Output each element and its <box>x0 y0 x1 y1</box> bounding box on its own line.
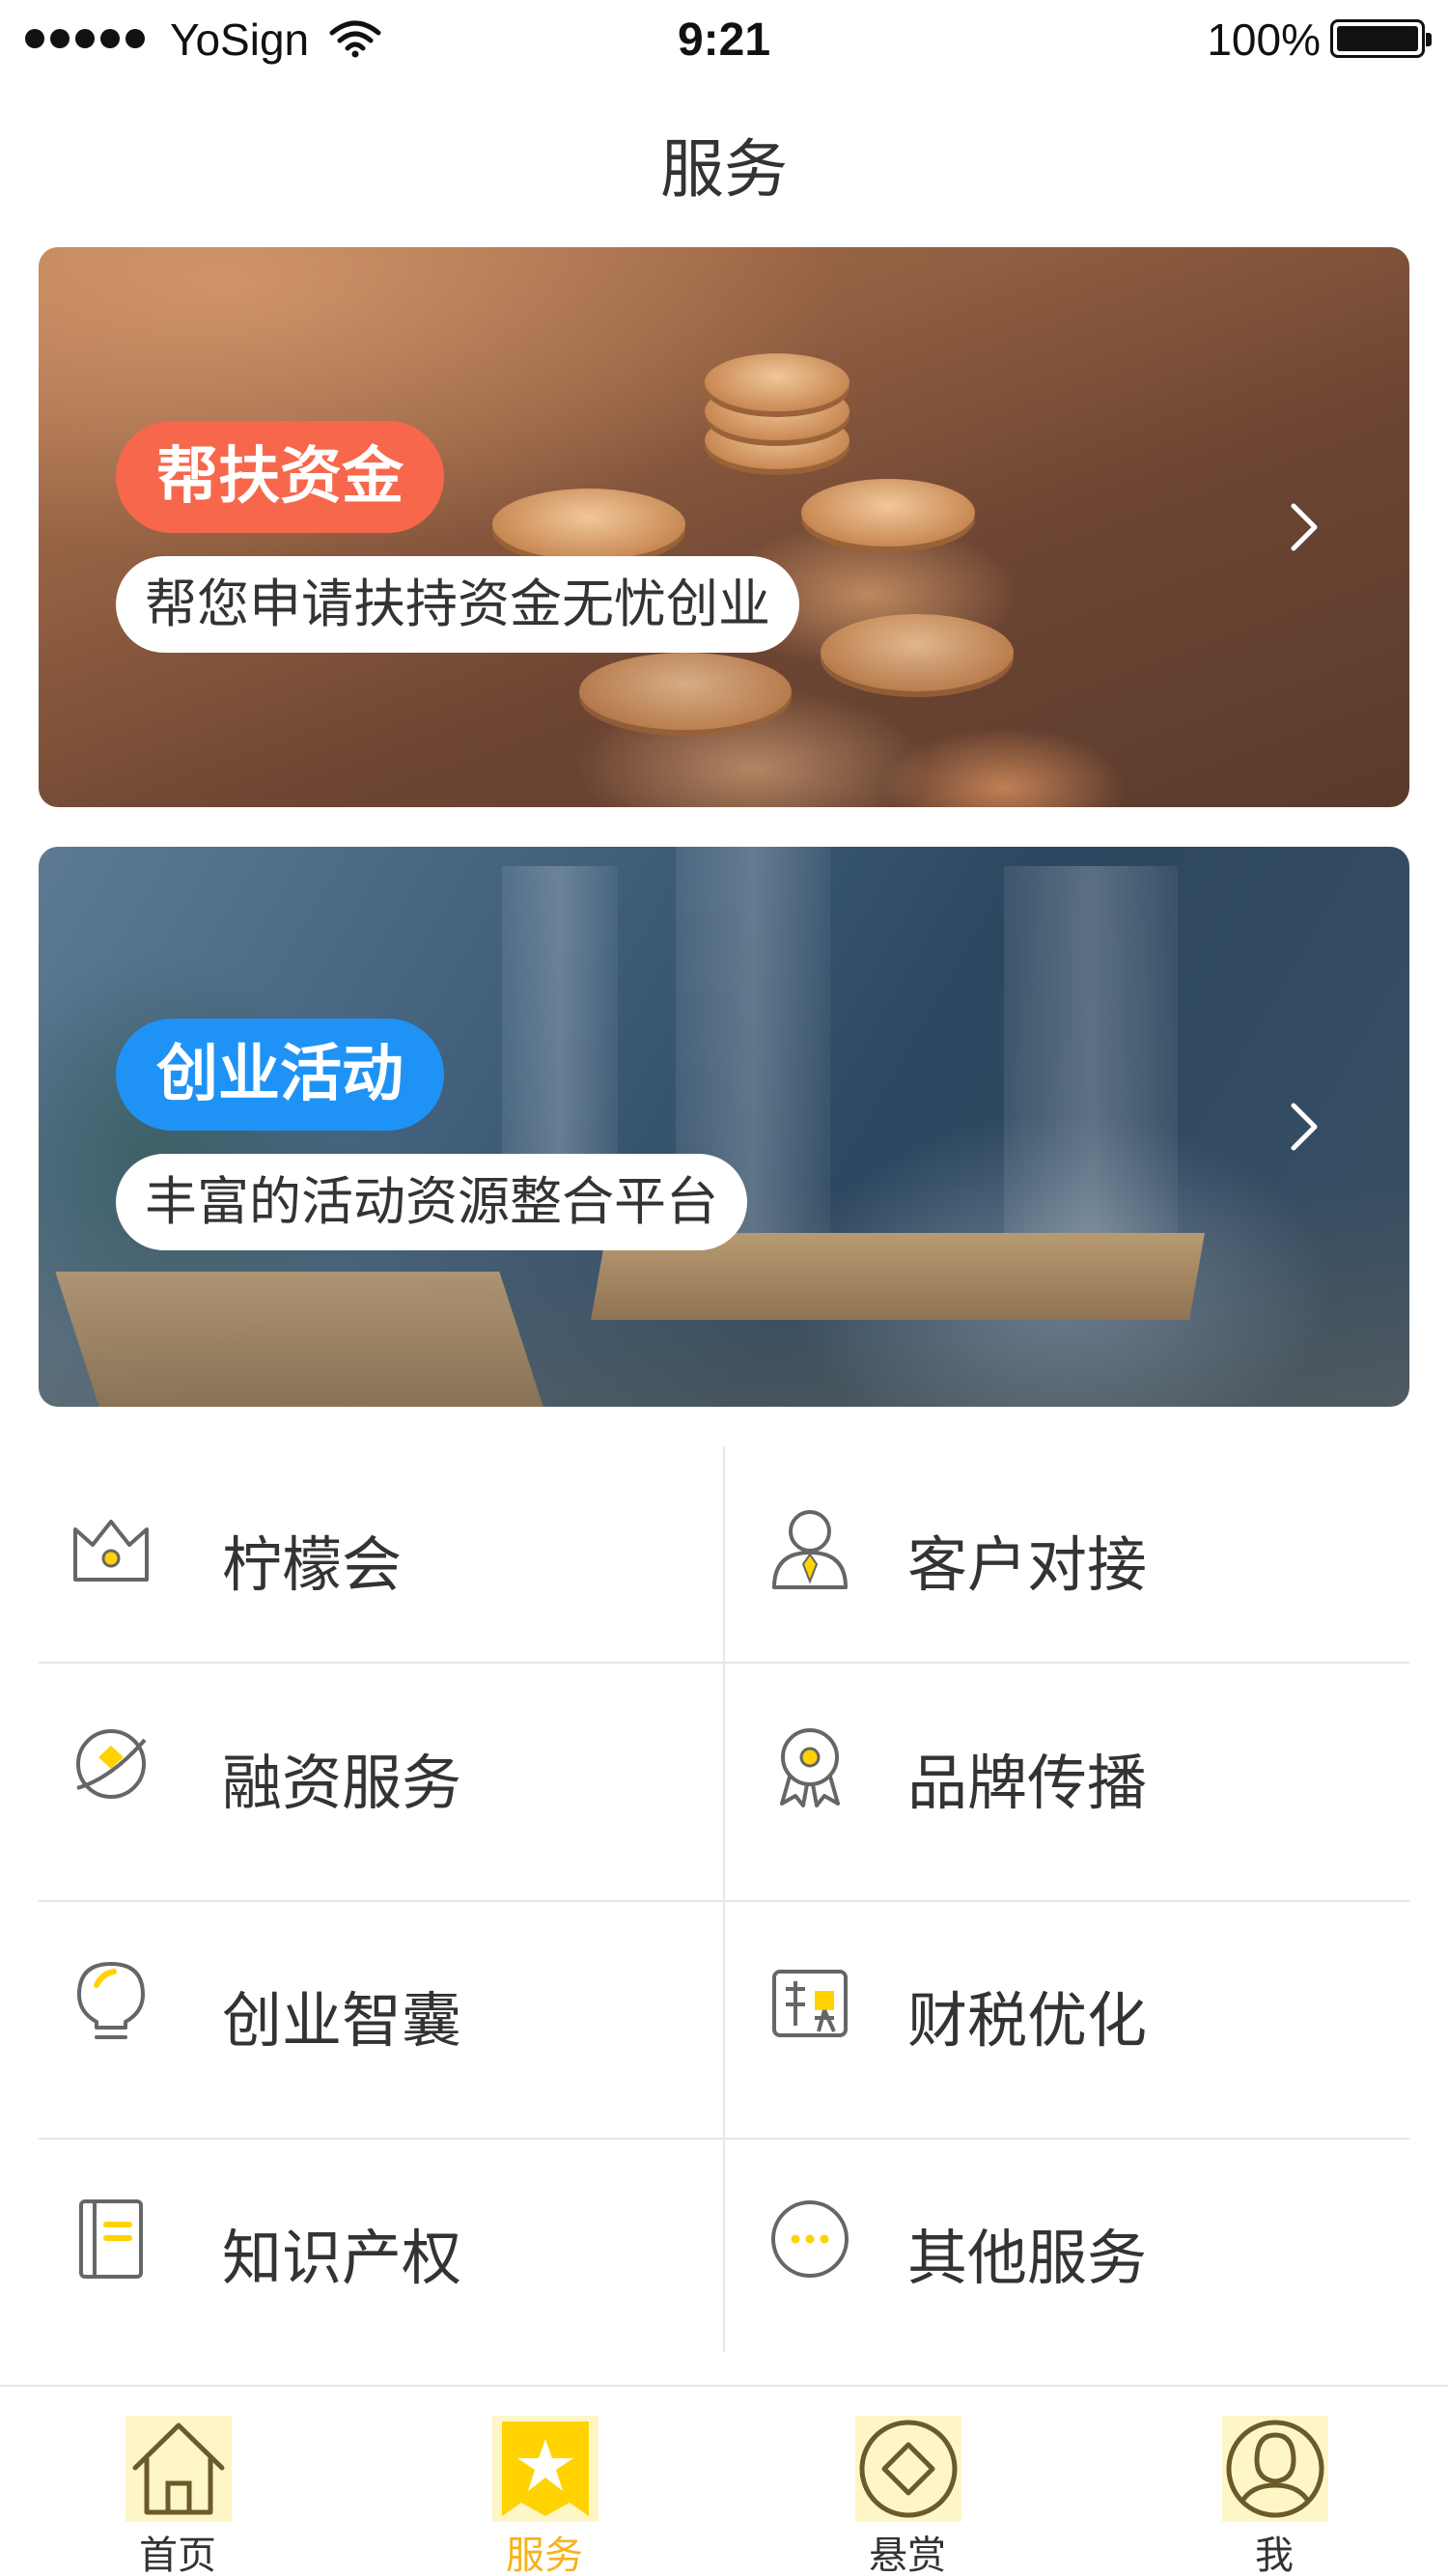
service-label: 创业智囊 <box>222 1985 462 2056</box>
banner-events[interactable]: 创业活动 丰富的活动资源整合平台 <box>39 847 1409 1407</box>
tab-home[interactable]: 首页 <box>81 2416 274 2576</box>
tab-services[interactable]: 服务 <box>448 2416 641 2576</box>
tab-label: 服务 <box>506 2534 583 2576</box>
reward-diamond-icon <box>855 2416 961 2522</box>
more-icon <box>771 2200 849 2278</box>
service-label: 融资服务 <box>222 1748 462 1818</box>
service-label: 知识产权 <box>222 2223 462 2293</box>
tab-bar: 首页 服务 悬赏 我 <box>0 2385 1448 2576</box>
person-tie-icon <box>772 1510 848 1589</box>
service-item-client-connect[interactable]: 客户对接 <box>724 1446 1409 1684</box>
tab-reward[interactable]: 悬赏 <box>811 2416 1004 2576</box>
banner-funding[interactable]: 帮扶资金 帮您申请扶持资金无忧创业 <box>39 247 1409 807</box>
tab-label: 首页 <box>139 2534 216 2576</box>
page-title: 服务 <box>660 132 788 207</box>
status-bar: YoSign 9:21 100% <box>0 0 1448 83</box>
service-label: 品牌传播 <box>907 1748 1148 1818</box>
coin-image <box>705 353 849 411</box>
battery-percent: 100% <box>1207 14 1321 65</box>
service-item-brand-promotion[interactable]: 品牌传播 <box>724 1665 1409 1902</box>
chevron-right-icon <box>1291 1103 1318 1151</box>
service-item-tax-optimization[interactable]: 财税优化 <box>724 1902 1409 2140</box>
service-star-icon <box>492 2416 599 2522</box>
banner-subtitle: 帮您申请扶持资金无忧创业 <box>116 556 799 653</box>
coin-image <box>492 489 685 560</box>
crown-icon <box>73 1520 149 1582</box>
profile-icon <box>1222 2416 1328 2522</box>
tab-label: 悬赏 <box>869 2534 946 2576</box>
chevron-right-icon <box>1291 503 1318 551</box>
desk-image <box>55 1272 543 1407</box>
service-label: 财税优化 <box>907 1985 1148 2056</box>
service-item-other-services[interactable]: 其他服务 <box>724 2140 1409 2377</box>
elevator-door-image <box>1004 866 1178 1252</box>
badge-icon <box>780 1728 840 1807</box>
service-label: 客户对接 <box>907 1529 1148 1600</box>
service-item-startup-think-tank[interactable]: 创业智囊 <box>39 1902 724 2140</box>
planet-icon <box>76 1729 147 1799</box>
coin-image <box>821 614 1014 691</box>
service-item-intellectual-property[interactable]: 知识产权 <box>39 2140 724 2377</box>
tab-profile[interactable]: 我 <box>1178 2416 1371 2576</box>
coin-image <box>579 653 792 730</box>
service-item-financing[interactable]: 融资服务 <box>39 1665 724 1902</box>
banner-tag: 帮扶资金 <box>116 421 444 533</box>
tax-icon <box>772 1970 848 2037</box>
coin-image <box>801 479 975 546</box>
battery-icon <box>1330 19 1432 58</box>
banner-subtitle: 丰富的活动资源整合平台 <box>116 1154 747 1250</box>
notebook-icon <box>79 2199 143 2279</box>
service-label: 其他服务 <box>907 2223 1148 2293</box>
lightbulb-icon <box>77 1962 145 2039</box>
service-label: 柠檬会 <box>222 1529 403 1600</box>
home-icon <box>125 2416 232 2522</box>
tab-label: 我 <box>1255 2534 1294 2576</box>
service-item-lemon-club[interactable]: 柠檬会 <box>39 1446 724 1684</box>
services-grid: 柠檬会 客户对接 融资服务 品牌传播 创业智囊 财税优化 知识产权 其他服务 <box>39 1446 1409 2352</box>
banner-tag: 创业活动 <box>116 1019 444 1131</box>
